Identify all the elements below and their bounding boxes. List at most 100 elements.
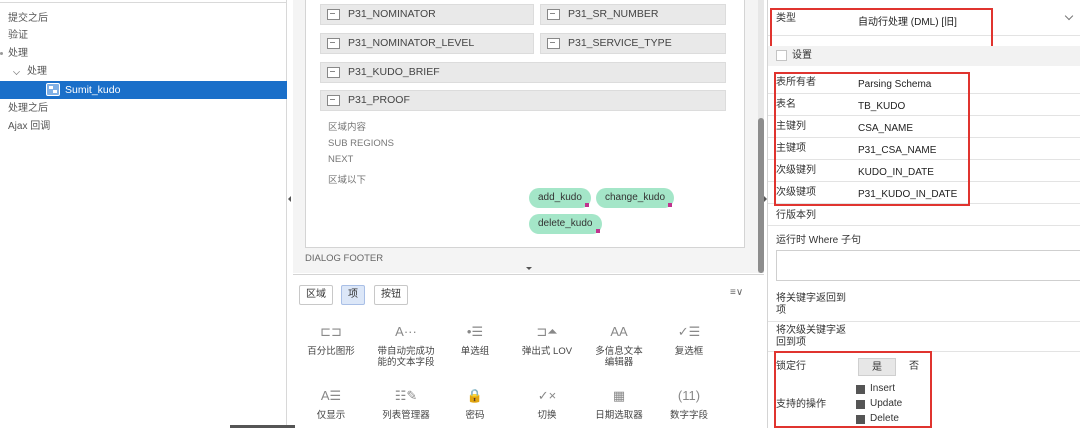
- item-p31-kudo-brief[interactable]: P31_KUDO_BRIEF: [320, 62, 726, 83]
- prop-label-row-version: 行版本列: [776, 210, 816, 221]
- button-change-kudo[interactable]: change_kudo: [596, 188, 675, 208]
- percent-graph-icon: ⊏⊐: [320, 324, 342, 339]
- tab-items[interactable]: 项: [341, 285, 365, 305]
- lock-yes-button[interactable]: 是: [858, 358, 896, 376]
- text-field-icon: [327, 9, 340, 20]
- prop-value-table-name[interactable]: TB_KUDO: [858, 101, 905, 112]
- palette-menu-icon[interactable]: ≡∨: [730, 287, 743, 298]
- prop-row-table-name: 表名 TB_KUDO: [768, 94, 1080, 116]
- button-label: change_kudo: [605, 192, 666, 203]
- palette-item-password[interactable]: 🔒 密码: [437, 387, 513, 421]
- prop-label-sk-item: 次级键项: [776, 187, 816, 198]
- item-label: P31_KUDO_BRIEF: [348, 66, 440, 78]
- palette-item-number-field[interactable]: (11) 数字字段: [651, 387, 727, 421]
- chevron-down-icon[interactable]: [13, 68, 20, 75]
- palette-item-switch[interactable]: ✓× 切换: [509, 387, 585, 421]
- prop-label-return-sk: 将次级关键字返回到项: [776, 325, 846, 348]
- prop-value-table-owner[interactable]: Parsing Schema: [858, 79, 931, 90]
- prop-value-sk-column[interactable]: KUDO_IN_DATE: [858, 167, 934, 178]
- palette-item-label: 复选框: [674, 346, 704, 357]
- prop-label-lock: 锁定行: [776, 361, 806, 372]
- prop-label-ops: 支持的操作: [776, 399, 826, 410]
- palette-item-label: 带自动完成功能的文本字段: [377, 346, 435, 368]
- palette-item-label: 列表管理器: [382, 410, 430, 421]
- palette-item-popup-lov[interactable]: ⊐⏶ 弹出式 LOV: [509, 323, 585, 357]
- button-delete-kudo[interactable]: delete_kudo: [529, 214, 602, 234]
- item-p31-nominator[interactable]: P31_NOMINATOR: [320, 4, 534, 25]
- canvas-scrollbar[interactable]: [758, 0, 764, 273]
- collapse-left-arrow-icon[interactable]: [288, 196, 291, 202]
- prop-row-return-pk: 将关键字返回到项: [768, 290, 1080, 322]
- prop-row-type: 类型 自动行处理 (DML) [旧]: [768, 0, 1080, 36]
- collapse-down-arrow-icon[interactable]: [526, 267, 532, 270]
- tree-node-after-submit[interactable]: 提交之后: [8, 11, 48, 27]
- item-label: P31_NOMINATOR: [348, 8, 436, 20]
- palette-item-label: 百分比图形: [307, 346, 355, 357]
- tree-node-processing[interactable]: 处理: [8, 46, 28, 62]
- palette-item-label: 切换: [537, 410, 557, 421]
- prop-label-table-name: 表名: [776, 99, 796, 110]
- palette-item-percent-graph[interactable]: ⊏⊐ 百分比图形: [293, 323, 369, 357]
- tree-node-processing-child[interactable]: 处理: [27, 64, 47, 80]
- prop-label-where: 运行时 Where 子句: [776, 235, 862, 246]
- palette-item-label: 单选组: [460, 346, 490, 357]
- tab-regions[interactable]: 区域: [299, 285, 333, 305]
- item-label: P31_SERVICE_TYPE: [568, 37, 672, 49]
- prop-row-pk-item: 主键项 P31_CSA_NAME: [768, 138, 1080, 160]
- palette-item-checkbox[interactable]: ✓☰ 复选框: [651, 323, 727, 357]
- tree-top-divider: [0, 2, 287, 3]
- palette-item-rich-text-editor[interactable]: AA 多信息文本编辑器: [581, 323, 657, 368]
- item-p31-proof[interactable]: P31_PROOF: [320, 90, 726, 111]
- item-p31-service-type[interactable]: P31_SERVICE_TYPE: [540, 33, 726, 54]
- radio-group-icon: •☰: [466, 324, 484, 339]
- item-p31-sr-number[interactable]: P31_SR_NUMBER: [540, 4, 726, 25]
- button-marker: [595, 229, 600, 233]
- where-clause-textarea[interactable]: [776, 250, 1080, 281]
- property-editor: 类型 自动行处理 (DML) [旧] 设置 表所有者 Parsing Schem…: [767, 0, 1080, 428]
- dialog-footer-label: DIALOG FOOTER: [305, 253, 384, 264]
- process-icon: [46, 83, 60, 96]
- prop-value-sk-item[interactable]: P31_KUDO_IN_DATE: [858, 189, 957, 200]
- select-list-icon: [547, 38, 560, 49]
- prop-row-pk-column: 主键列 CSA_NAME: [768, 116, 1080, 138]
- palette-item-list-manager[interactable]: ☷✎ 列表管理器: [368, 387, 444, 421]
- tree-node-selected[interactable]: Sumit_kudo: [0, 81, 287, 99]
- calendar-icon: ▦: [612, 388, 626, 403]
- op-insert-label: Insert: [870, 383, 896, 394]
- prop-label-sk-column: 次级键列: [776, 165, 816, 176]
- processing-tree: 提交之后 验证 处理 处理 Sumit_kudo 处理之后 Ajax 回调: [0, 0, 287, 428]
- switch-icon: ✓×: [537, 388, 557, 403]
- checkbox-insert[interactable]: [856, 385, 865, 394]
- item-label: P31_PROOF: [348, 94, 410, 106]
- button-add-kudo[interactable]: add_kudo: [529, 188, 591, 208]
- lock-no-button[interactable]: 否: [896, 358, 932, 376]
- palette-item-display-only[interactable]: A☰ 仅显示: [293, 387, 369, 421]
- list-manager-icon: ☷✎: [394, 388, 418, 403]
- textarea-icon: [327, 67, 340, 78]
- region-sub-regions-label: SUB REGIONS: [328, 138, 394, 149]
- prop-value-pk-item[interactable]: P31_CSA_NAME: [858, 145, 936, 156]
- chevron-down-icon[interactable]: [1064, 11, 1074, 21]
- palette-item-autocomplete[interactable]: A··· 带自动完成功能的文本字段: [368, 323, 444, 368]
- checkbox-update[interactable]: [856, 400, 865, 409]
- palette-item-date-picker[interactable]: ▦ 日期选取器: [581, 387, 657, 421]
- collapse-checkbox-icon[interactable]: [776, 50, 787, 61]
- canvas-region: P31_NOMINATOR P31_SR_NUMBER P31_NOMINATO…: [305, 0, 745, 248]
- item-p31-nominator-level[interactable]: P31_NOMINATOR_LEVEL: [320, 33, 534, 54]
- prop-label-table-owner: 表所有者: [776, 77, 816, 88]
- prop-select-type[interactable]: 自动行处理 (DML) [旧]: [858, 13, 957, 28]
- checkbox-delete[interactable]: [856, 415, 865, 424]
- prop-value-pk-column[interactable]: CSA_NAME: [858, 123, 913, 134]
- prop-label-return-pk: 将关键字返回到项: [776, 293, 846, 316]
- tree-node-after-processing[interactable]: 处理之后: [8, 101, 48, 117]
- tree-node-validation[interactable]: 验证: [8, 28, 28, 44]
- popup-lov-icon: ⊐⏶: [536, 324, 558, 339]
- tree-node-ajax-callback[interactable]: Ajax 回调: [8, 119, 50, 135]
- region-next-label: NEXT: [328, 154, 354, 165]
- prop-label-pk-column: 主键列: [776, 121, 806, 132]
- section-settings[interactable]: 设置: [768, 46, 1080, 66]
- tab-buttons[interactable]: 按钮: [374, 285, 408, 305]
- palette-item-label: 多信息文本编辑器: [595, 346, 643, 368]
- file-upload-icon: [327, 95, 340, 106]
- palette-item-radio-group[interactable]: •☰ 单选组: [437, 323, 513, 357]
